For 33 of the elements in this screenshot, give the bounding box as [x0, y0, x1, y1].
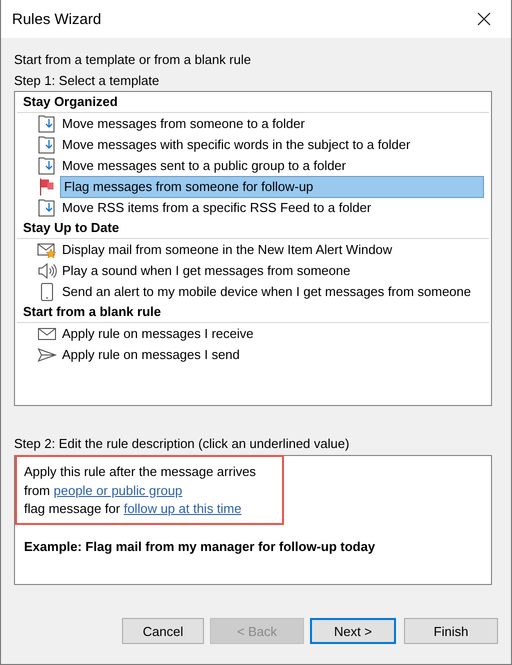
group-header: Stay Organized	[17, 92, 489, 113]
value-link[interactable]: people or public group	[54, 482, 182, 498]
description-text: from	[24, 482, 51, 498]
template-item[interactable]: Move messages with specific words in the subject to a folder	[58, 134, 484, 156]
dialog-button[interactable]: Finish	[404, 618, 498, 644]
template-item[interactable]: Apply rule on messages I send	[58, 344, 484, 366]
template-item[interactable]: Move messages sent to a public group to a folder	[58, 154, 484, 176]
folder-arrow-icon	[37, 134, 57, 154]
folder-arrow-icon	[37, 198, 57, 218]
template-item[interactable]: Display mail from someone in the New Item Alert Window	[58, 238, 484, 260]
folder-arrow-icon	[37, 156, 57, 176]
template-item[interactable]: Move RSS items from a specific RSS Feed to a folder	[58, 196, 484, 218]
speaker-icon	[37, 260, 57, 280]
close-icon[interactable]	[477, 12, 491, 26]
value-link[interactable]: follow up at this time	[124, 501, 242, 516]
intro-text: Start from a template or from a blank rule	[14, 51, 252, 69]
template-item[interactable]: Send an alert to my mobile device when I get messages from someone	[58, 280, 484, 302]
template-item[interactable]: Play a sound when I get messages from someone	[58, 260, 484, 282]
dialog-button[interactable]: Cancel	[122, 618, 204, 644]
window-title: Rules Wizard	[12, 10, 102, 28]
description-text: flag message for	[24, 501, 122, 516]
flag-icon	[40, 178, 54, 196]
group-header: Start from a blank rule	[17, 302, 489, 323]
template-item[interactable]: Move messages from someone to a folder	[58, 112, 484, 134]
step-label: Step 2: Edit the rule description (click an underlined value)	[14, 435, 350, 453]
description-text: Apply this rule after the message arrives	[24, 463, 256, 481]
folder-arrow-icon	[37, 114, 57, 134]
dialog-button[interactable]: Next >	[310, 618, 396, 644]
template-item[interactable]: Flag messages from someone for follow-up	[60, 176, 484, 198]
step-label: Step 1: Select a template	[14, 72, 160, 90]
example-text: Example: Flag mail from my manager for follow-up today	[23, 538, 376, 554]
template-item[interactable]: Apply rule on messages I receive	[58, 322, 484, 344]
group-header: Stay Up to Date	[17, 218, 489, 239]
